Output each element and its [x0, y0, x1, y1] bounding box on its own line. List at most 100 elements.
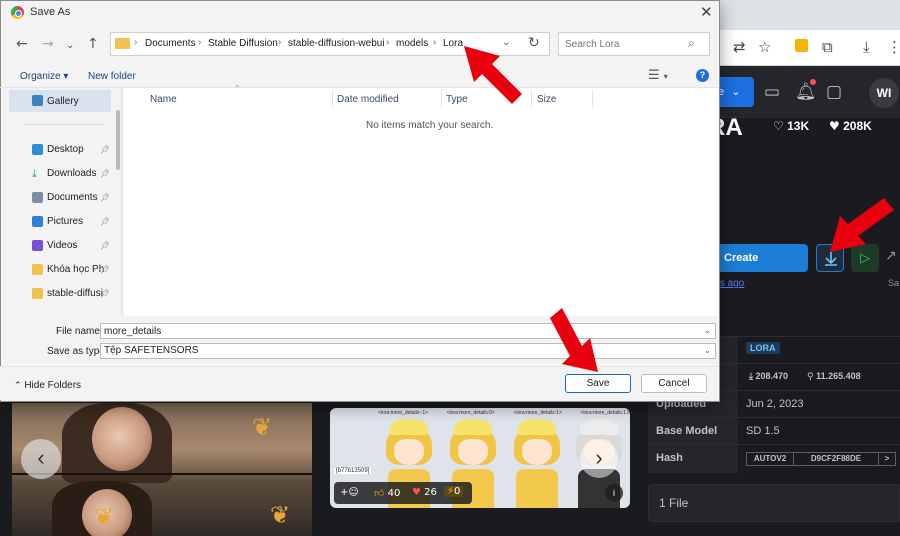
hash-value[interactable]: D9CF2F88DE — [793, 452, 879, 466]
bookmark-star-icon[interactable]: ☆ — [758, 38, 771, 56]
red-arrow-icon — [830, 198, 894, 252]
nav-scrollbar[interactable] — [116, 110, 120, 170]
pin-icon: 📌︎ — [100, 193, 111, 202]
image-info-icon[interactable]: i — [605, 484, 623, 502]
nav-item-khoa-hoc[interactable]: Khóa học Ph — [47, 264, 104, 275]
save-type-select[interactable]: Tệp SAFETENSORS — [100, 343, 716, 359]
grid-labels: <lora:more_details:-1> <lora:more_detail… — [378, 410, 633, 416]
column-date-modified[interactable]: Date modified — [337, 94, 399, 105]
save-type-chevron-icon[interactable]: ⌄ — [704, 346, 711, 355]
browser-menu-icon[interactable]: ⋮ — [887, 38, 900, 56]
downloads-icon: ⤓ — [32, 167, 37, 180]
pictures-icon — [32, 216, 43, 227]
breadcrumb-lora[interactable]: Lora — [443, 38, 463, 49]
column-separator[interactable] — [592, 90, 593, 108]
uploaded-value: Jun 2, 2023 — [746, 398, 804, 410]
nav-item-stable-diffusion[interactable]: stable-diffusi — [47, 288, 103, 299]
breadcrumb-models[interactable]: models — [396, 38, 428, 49]
back-arrow-icon[interactable]: ← — [16, 36, 28, 52]
nav-item-videos[interactable]: Videos — [47, 240, 77, 251]
nav-item-pictures[interactable]: Pictures — [47, 216, 83, 227]
hash-type-select[interactable]: AUTOV2 — [746, 452, 794, 466]
save-button[interactable]: Save — [565, 374, 631, 393]
breadcrumb-separator: › — [386, 37, 390, 48]
file-name-chevron-icon[interactable]: ⌄ — [704, 326, 711, 335]
pin-icon: 📌︎ — [100, 241, 111, 250]
butterfly-shape: ❦ — [252, 413, 273, 441]
heart-reaction[interactable]: ♥ 26 — [412, 487, 437, 498]
generation-count: ⚲ 11.265.408 — [807, 371, 861, 382]
avatar[interactable]: WI — [869, 78, 899, 108]
column-separator[interactable] — [332, 90, 333, 108]
refresh-icon[interactable]: ↻ — [528, 35, 540, 51]
recent-locations-chevron-icon[interactable]: ⌄ — [66, 38, 74, 54]
red-arrow-icon — [464, 46, 522, 104]
new-folder-button[interactable]: New folder — [88, 71, 136, 82]
files-section[interactable]: 1 File — [648, 484, 900, 522]
reactions-bar[interactable]: +☺ 👍︎ 40 ♥ 26 ⚡0 — [334, 482, 472, 504]
search-icon: ⌕ — [688, 36, 695, 50]
grid-label: <lora:more_details:1.5> — [580, 410, 633, 416]
view-options-icon[interactable]: ☰ ▾ — [648, 68, 668, 83]
pin-icon: 📌︎ — [100, 169, 111, 178]
face-shape — [92, 407, 152, 471]
create-button[interactable]: Create — [706, 244, 808, 272]
buzz-reaction[interactable]: ⚡0 — [444, 486, 464, 497]
column-separator[interactable] — [531, 90, 532, 108]
help-icon[interactable]: ? — [696, 69, 709, 82]
files-label: 1 File — [659, 496, 689, 510]
chat-icon[interactable]: ▢ — [826, 82, 842, 102]
image-hash-tag: [b77b13509] — [334, 468, 372, 474]
base-model-value: SD 1.5 — [746, 425, 780, 437]
grid-label: <lora:more_details:-1> — [378, 410, 429, 416]
image-divider — [12, 473, 312, 475]
butterfly-shape-2: ❦ — [270, 501, 291, 529]
organize-menu[interactable]: Organize ▾ — [20, 71, 68, 82]
chevron-up-icon: ⌃ — [14, 381, 22, 391]
dialog-title-bar — [1, 1, 719, 27]
dialog-title: Save As — [30, 6, 71, 18]
hash-next-button[interactable]: > — [878, 452, 896, 466]
up-arrow-icon[interactable]: ↑ — [87, 36, 99, 52]
folder-icon — [115, 38, 130, 49]
cancel-button[interactable]: Cancel — [641, 374, 707, 393]
breadcrumb-webui[interactable]: stable-diffusion-webui — [288, 38, 385, 49]
extension-yellow-icon[interactable] — [795, 38, 808, 56]
notification-dot — [810, 79, 816, 85]
folder-icon — [32, 264, 43, 275]
nav-item-downloads[interactable]: Downloads — [47, 168, 96, 179]
likes-stat[interactable]: ♡ 13K — [773, 119, 809, 137]
monitor-icon[interactable]: ▭ — [764, 82, 780, 102]
videos-icon — [32, 240, 43, 251]
favorites-stat[interactable]: ♥ 208K — [829, 119, 872, 137]
column-name[interactable]: Name — [150, 94, 177, 105]
type-badge: LORA — [746, 342, 780, 354]
carousel-next-button[interactable]: › — [580, 440, 618, 478]
notification-bell-icon[interactable]: 🔔︎ — [795, 82, 817, 102]
folder-icon — [32, 288, 43, 299]
detail-row-base-model: Base Model SD 1.5 — [648, 418, 900, 445]
save-type-label: Save as type: — [47, 346, 108, 357]
breadcrumb-stable-diffusion[interactable]: Stable Diffusion — [208, 38, 278, 49]
like-reaction[interactable]: 👍︎ 40 — [374, 487, 400, 499]
nav-item-documents[interactable]: Documents — [47, 192, 98, 203]
breadcrumb-documents[interactable]: Documents — [145, 38, 196, 49]
pin-icon: 📌︎ — [100, 265, 111, 274]
extensions-puzzle-icon[interactable]: ⧉ — [822, 38, 833, 56]
forward-arrow-icon[interactable]: → — [42, 36, 54, 52]
translate-icon[interactable]: ⇄ — [733, 38, 746, 56]
file-name-input[interactable] — [100, 323, 716, 339]
column-size[interactable]: Size — [537, 94, 556, 105]
nav-item-desktop[interactable]: Desktop — [47, 144, 84, 155]
file-name-label: File name: — [56, 326, 103, 337]
pin-icon: 📌︎ — [100, 217, 111, 226]
grid-label: <lora:more_details:0> — [446, 410, 495, 416]
browser-download-icon[interactable]: ⤓ — [863, 38, 870, 56]
hide-folders-toggle[interactable]: ⌃ Hide Folders — [14, 380, 81, 391]
download-count: ⤓ 208.470 — [749, 371, 789, 382]
add-reaction-icon[interactable]: +☺ — [340, 487, 359, 498]
close-icon[interactable]: ✕ — [700, 3, 713, 21]
column-separator[interactable] — [441, 90, 442, 108]
carousel-prev-button[interactable]: ‹ — [21, 439, 61, 479]
nav-item-gallery[interactable]: Gallery — [47, 96, 79, 107]
